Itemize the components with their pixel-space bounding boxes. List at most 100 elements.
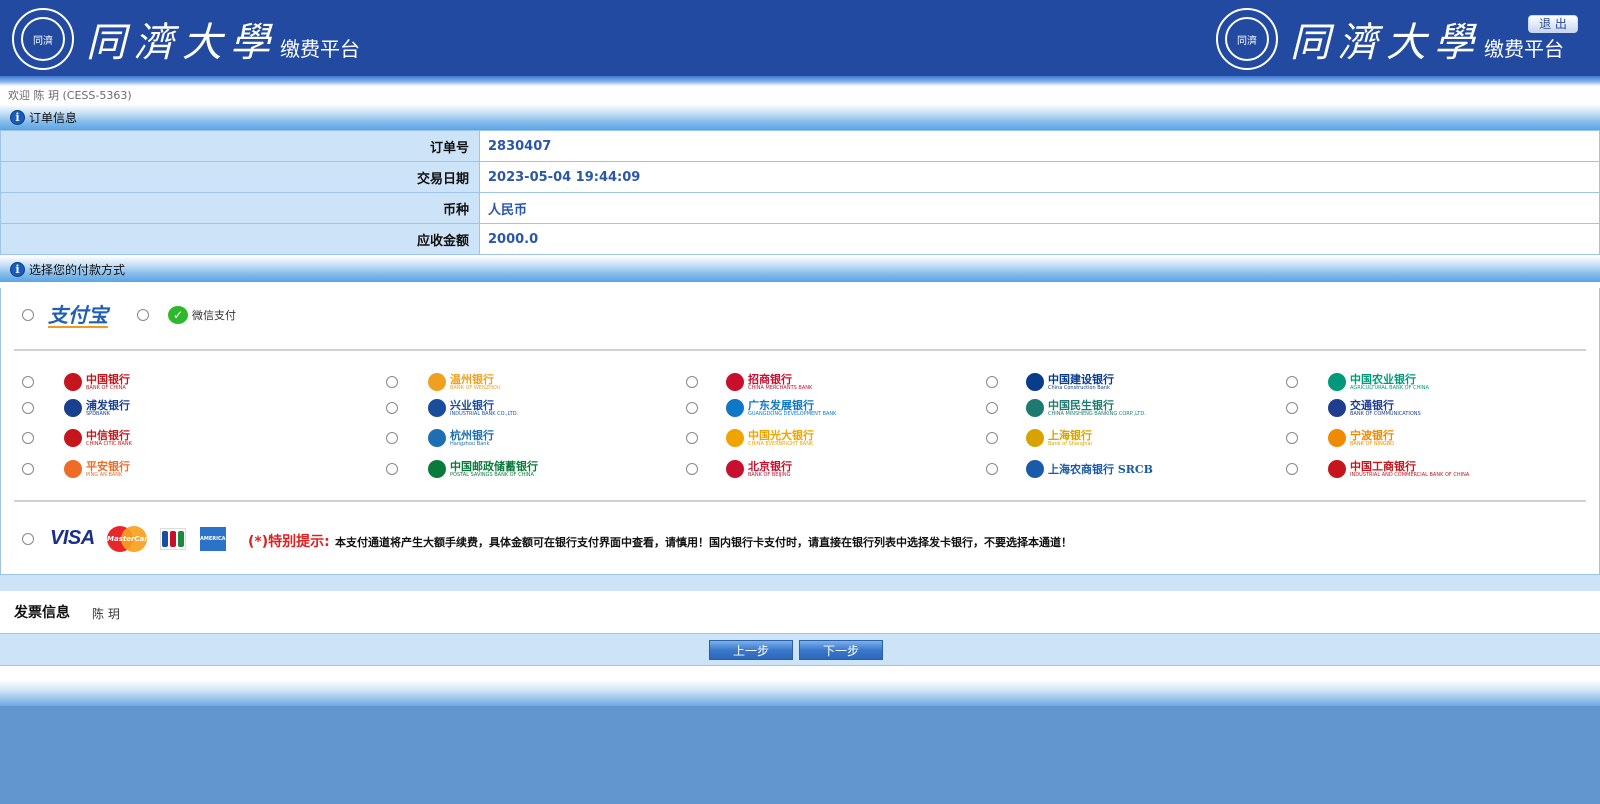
next-step-button[interactable]: 下一步 [799, 640, 883, 660]
brand-name: 同濟大學 [1290, 20, 1482, 66]
header-bar: 同濟 同濟大學 缴费平台 同濟 同濟大學 缴费平台 退 出 [0, 0, 1600, 76]
order-label: 订单号 [0, 130, 480, 162]
bank-name: 浦发银行 [86, 398, 130, 412]
bank-logo[interactable]: 上海银行 Bank of Shanghai [1026, 429, 1092, 447]
wechat-pay-option[interactable]: ✓ 微信支付 [168, 306, 236, 324]
bank-radio[interactable] [22, 432, 34, 444]
bank-radio[interactable] [986, 432, 998, 444]
bank-name: 上海银行 [1048, 428, 1092, 442]
notice-title: (*)特别提示: [248, 534, 330, 550]
bank-emblem-icon [726, 399, 744, 417]
bank-emblem-icon [726, 373, 744, 391]
order-row-date: 交易日期 2023-05-04 19:44:09 [0, 161, 1600, 193]
bank-name: 中国工商银行 [1350, 459, 1416, 473]
bank-logo[interactable]: 浦发银行 SPDBANK [64, 399, 130, 417]
bank-english-name: CHINA CITIC BANK [86, 440, 132, 447]
visa-logo: VISA [50, 527, 95, 549]
alipay-logo[interactable]: 支付宝 [48, 304, 108, 328]
bank-radio[interactable] [386, 402, 398, 414]
bank-radio[interactable] [686, 432, 698, 444]
info-icon: i [10, 261, 25, 277]
mastercard-logo: MasterCard [107, 526, 153, 552]
bank-logo[interactable]: 中国银行 BANK OF CHINA [64, 373, 130, 391]
bank-logo[interactable]: 宁波银行 BANK OF NINGBO [1328, 429, 1394, 447]
bank-logo[interactable]: 广东发展银行 GUANGDONG DEVELOPMENT BANK [726, 399, 836, 417]
bank-radio[interactable] [686, 376, 698, 388]
brand-right: 同濟 同濟大學 缴费平台 [1216, 8, 1564, 70]
bank-radio[interactable] [22, 463, 34, 475]
bank-emblem-icon [1026, 399, 1044, 417]
bank-english-name: BANK OF BEIJING [748, 471, 791, 478]
alipay-radio[interactable] [22, 309, 34, 321]
international-card-radio[interactable] [22, 533, 34, 545]
bank-radio[interactable] [986, 402, 998, 414]
bank-logo[interactable]: 平安银行 PING AN BANK [64, 460, 130, 478]
payment-section-title: 选择您的付款方式 [29, 262, 126, 277]
order-section-header: i 订单信息 [0, 104, 1600, 130]
bank-radio[interactable] [386, 376, 398, 388]
order-number: 2830407 [479, 130, 1600, 162]
bank-emblem-icon [1328, 373, 1346, 391]
bank-name: 杭州银行 [450, 428, 494, 442]
bank-emblem-icon [1328, 399, 1346, 417]
bank-logo[interactable]: 杭州银行 Hangzhou Bank [428, 429, 494, 447]
wechat-pay-radio[interactable] [137, 309, 149, 321]
bank-logo[interactable]: 中国光大银行 CHINA EVERBRIGHT BANK [726, 429, 814, 447]
bank-radio[interactable] [1286, 463, 1298, 475]
order-row-amount: 应收金额 2000.0 [0, 223, 1600, 255]
bank-name: 平安银行 [86, 459, 130, 473]
bank-radio[interactable] [386, 463, 398, 475]
bank-english-name: PING AN BANK [86, 471, 123, 478]
order-label: 应收金额 [0, 223, 480, 255]
order-row-currency: 币种 人民币 [0, 192, 1600, 224]
bank-radio[interactable] [686, 402, 698, 414]
invoice-row [0, 591, 1600, 633]
bank-logo[interactable]: 中国建设银行 China Construction Bank [1026, 373, 1114, 391]
bank-radio[interactable] [986, 376, 998, 388]
bank-english-name: SPDBANK [86, 410, 110, 417]
bank-english-name: GUANGDONG DEVELOPMENT BANK [748, 410, 837, 417]
wechat-icon: ✓ [168, 306, 188, 324]
bank-logo[interactable]: 招商银行 CHINA MERCHANTS BANK [726, 373, 812, 391]
bank-radio[interactable] [1286, 376, 1298, 388]
bank-logo[interactable]: 中信银行 CHINA CITIC BANK [64, 429, 132, 447]
bank-radio[interactable] [986, 463, 998, 475]
order-row-number: 订单号 2830407 [0, 130, 1600, 162]
bank-logo[interactable]: 北京银行 BANK OF BEIJING [726, 460, 792, 478]
order-table: 订单号 2830407 交易日期 2023-05-04 19:44:09 币种 … [0, 130, 1600, 255]
bank-name: 中国建设银行 [1048, 372, 1114, 386]
bank-name: 交通银行 [1350, 398, 1394, 412]
bank-name: 中国邮政储蓄银行 [450, 459, 538, 473]
bank-radio[interactable] [1286, 402, 1298, 414]
bank-emblem-icon [1026, 460, 1044, 478]
bank-name: 宁波银行 [1350, 428, 1394, 442]
bank-logo[interactable]: 交通银行 BANK OF COMMUNICATIONS [1328, 399, 1421, 417]
transaction-date: 2023-05-04 19:44:09 [479, 161, 1600, 193]
bank-logo[interactable]: 中国农业银行 AGRICULTURAL BANK OF CHINA [1328, 373, 1429, 391]
bank-logo[interactable]: 温州银行 BANK OF WENZHOU [428, 373, 500, 391]
bank-english-name: BANK OF CHINA [86, 384, 126, 391]
bank-logo[interactable]: 上海农商银行 SRCB [1026, 460, 1153, 478]
bank-english-name: AGRICULTURAL BANK OF CHINA [1350, 384, 1429, 391]
bank-logo[interactable]: 中国民生银行 CHINA MINSHENG BANKING CORP.,LTD. [1026, 399, 1146, 417]
bank-english-name: BANK OF WENZHOU [450, 384, 501, 391]
logout-button[interactable]: 退 出 [1528, 15, 1578, 33]
bank-logo[interactable]: 中国邮政储蓄银行 POSTAL SAVINGS BANK OF CHINA [428, 460, 538, 478]
bank-radio[interactable] [22, 376, 34, 388]
bank-radio[interactable] [22, 402, 34, 414]
prev-step-button[interactable]: 上一步 [709, 640, 793, 660]
bank-english-name: CHINA MINSHENG BANKING CORP.,LTD. [1048, 410, 1146, 417]
bank-emblem-icon [428, 429, 446, 447]
bank-name: 兴业银行 [450, 398, 494, 412]
bank-logo[interactable]: 中国工商银行 INDUSTRIAL AND COMMERCIAL BANK OF … [1328, 460, 1469, 478]
invoice-value: 陈 玥 [92, 607, 120, 621]
footer-gradient [0, 680, 1600, 706]
bank-emblem-icon [1328, 460, 1346, 478]
payment-section-header: i 选择您的付款方式 [0, 256, 1600, 282]
bank-radio[interactable] [386, 432, 398, 444]
bank-logo[interactable]: 兴业银行 INDUSTRIAL BANK CO.,LTD. [428, 399, 518, 417]
bank-radio[interactable] [1286, 432, 1298, 444]
bank-english-name: BANK OF NINGBO [1350, 440, 1394, 447]
bank-radio[interactable] [686, 463, 698, 475]
bank-name: 中国农业银行 [1350, 372, 1416, 386]
